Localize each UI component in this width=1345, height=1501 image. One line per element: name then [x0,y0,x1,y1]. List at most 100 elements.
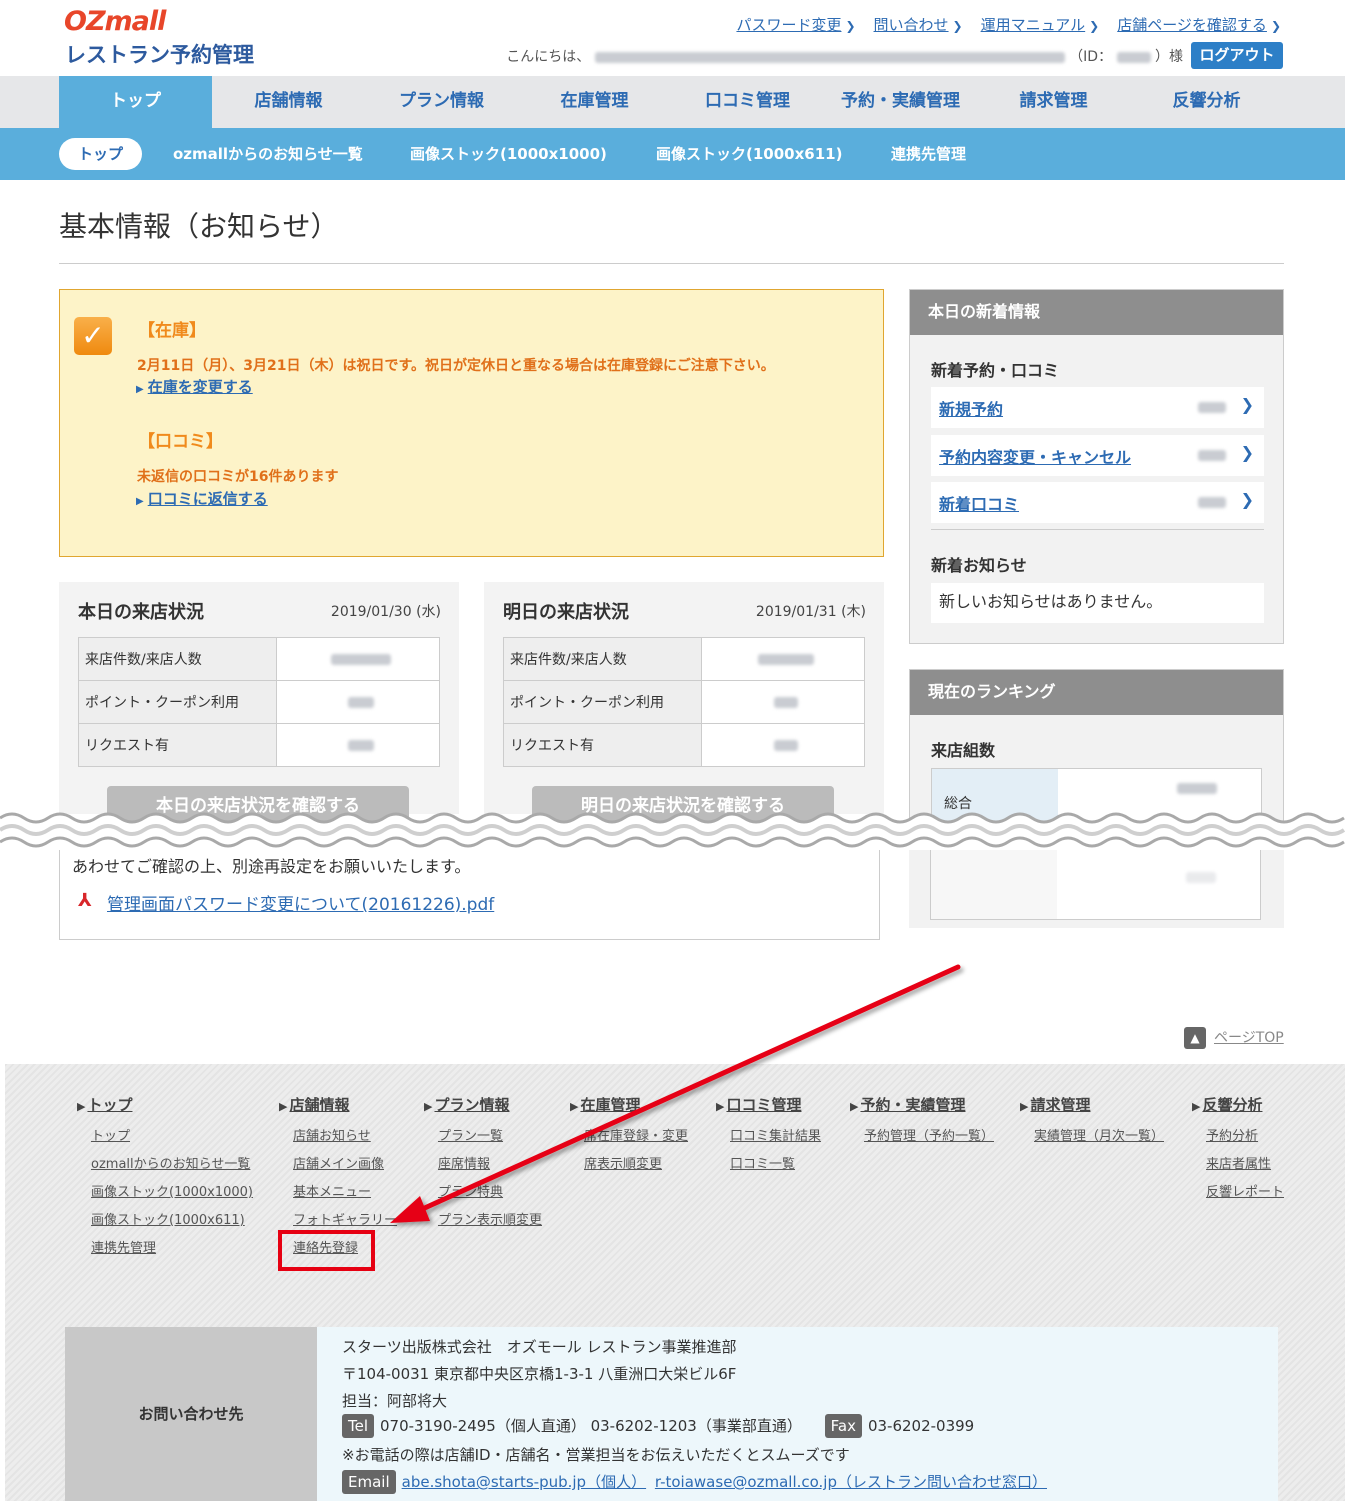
fax-tag: Fax [824,1414,862,1438]
title-divider [59,263,1284,264]
footer-head-analysis[interactable]: 反響分析 [1192,1096,1262,1114]
footer-col-analysis: 反響分析 予約分析 来店者属性 反響レポート [1192,1094,1284,1200]
footer-link[interactable]: 来店者属性 [1206,1153,1284,1172]
inquiry-link[interactable]: 問い合わせ [874,14,963,35]
footer-head-top[interactable]: トップ [77,1096,132,1114]
news-item-reviews[interactable]: 新着口コミ ❯ [931,482,1264,523]
contact-box: お問い合わせ先 スターツ出版株式会社 オズモール レストラン事業推進部 〒104… [65,1327,1278,1501]
page-top-label: ページTOP [1214,1030,1284,1046]
footer-head-plan[interactable]: プラン情報 [424,1096,509,1114]
footer-col-plan: プラン情報 プラン一覧 座席情報 プラン特典 プラン表示順変更 [424,1094,542,1228]
footer-link[interactable]: プラン一覧 [438,1125,542,1144]
footer-link[interactable]: プラン特典 [438,1181,542,1200]
page: OZmall レストラン予約管理 パスワード変更 問い合わせ 運用マニュアル 店… [0,0,1345,1501]
nav-reservations[interactable]: 予約・実績管理 [824,76,977,128]
email-tag: Email [342,1470,396,1494]
email-personal-link[interactable]: abe.shota@starts-pub.jp（個人） [402,1473,646,1491]
change-stock-link[interactable]: 在庫を変更する [136,376,253,397]
check-icon: ✓ [74,317,112,355]
footer-link[interactable]: ozmallからのお知らせ一覧 [91,1153,253,1172]
footer-link[interactable]: 口コミ一覧 [730,1153,821,1172]
app-subtitle: レストラン予約管理 [65,43,254,67]
row-label: リクエスト有 [78,723,277,767]
news-item-new-reservation[interactable]: 新規予約 ❯ [931,387,1264,428]
manual-link[interactable]: 運用マニュアル [981,14,1100,35]
table-row: 来店件数/来店人数 [78,637,440,681]
value-redacted [774,739,798,751]
footer-link[interactable]: 実績管理（月次一覧） [1034,1125,1164,1144]
nav-plan-info[interactable]: プラン情報 [365,76,518,128]
page-title: 基本情報（お知らせ） [59,210,339,243]
footer-link[interactable]: 座席情報 [438,1153,542,1172]
footer-link[interactable]: 反響レポート [1206,1181,1284,1200]
id-redacted [1116,51,1151,63]
id-label: （ID： [1069,49,1113,65]
footer-link[interactable]: プラン表示順変更 [438,1209,542,1228]
footer-link[interactable]: フォトギャラリー [293,1209,397,1228]
ozmall-logo[interactable]: OZmall [64,6,166,37]
reservation-change-link[interactable]: 予約内容変更・キャンセル [939,444,1131,468]
email-inquiry-link[interactable]: r-toiawase@ozmall.co.jp（レストラン問い合わせ窓口） [655,1473,1047,1491]
news-item-changes[interactable]: 予約内容変更・キャンセル ❯ [931,435,1264,476]
count-redacted [1198,497,1226,508]
chevron-right-icon: ❯ [1240,443,1254,462]
reply-review-link[interactable]: 口コミに返信する [136,488,268,509]
stock-notice-text: 2月11日（月）、3月21日（木）は祝日です。祝日が定休日と重なる場合は在庫登録… [137,358,775,374]
tomorrow-status-box: 明日の来店状況 2019/01/31 (木) 来店件数/来店人数 ポイント・クー… [484,582,884,826]
pdf-icon: ⅄ [78,890,92,911]
subnav-ozmall-news[interactable]: ozmallからのお知らせ一覧 [173,128,363,180]
id-suffix: ）様 [1155,49,1183,65]
new-review-link[interactable]: 新着口コミ [939,491,1019,515]
footer-link[interactable]: 予約分析 [1206,1125,1284,1144]
subnav-image-stock-611[interactable]: 画像ストック(1000x611) [656,128,842,180]
password-change-link[interactable]: パスワード変更 [736,14,855,35]
nav-analysis[interactable]: 反響分析 [1130,76,1283,128]
new-reservation-link[interactable]: 新規予約 [939,396,1003,420]
nav-top[interactable]: トップ [59,76,212,128]
footer-link[interactable]: 画像ストック(1000x1000) [91,1181,253,1200]
news-section-reservations: 新着予約・口コミ [931,361,1060,380]
logout-button[interactable]: ログアウト [1191,42,1283,69]
contact-tel-line: Tel 070-3190-2495（個人直通） 03-6202-1203（事業部直… [342,1414,974,1438]
today-date: 2019/01/30 (水) [330,604,441,620]
main-nav: トップ 店舗情報 プラン情報 在庫管理 口コミ管理 予約・実績管理 請求管理 反… [0,76,1345,128]
footer-link[interactable]: 画像ストック(1000x611) [91,1209,253,1228]
subnav-image-stock-1000[interactable]: 画像ストック(1000x1000) [410,128,607,180]
footer-link[interactable]: 予約管理（予約一覧） [864,1125,994,1144]
value-redacted [348,739,374,751]
footer-head-store[interactable]: 店舗情報 [279,1096,349,1114]
store-page-link[interactable]: 店舗ページを確認する [1117,14,1281,35]
no-news-text: 新しいお知らせはありません。 [931,583,1264,623]
subnav-link-management[interactable]: 連携先管理 [891,128,966,180]
today-status-title: 本日の来店状況 [78,602,204,623]
footer-link[interactable]: 店舗お知らせ [293,1125,397,1144]
footer-col-top: トップ トップ ozmallからのお知らせ一覧 画像ストック(1000x1000… [77,1094,253,1256]
nav-reviews[interactable]: 口コミ管理 [671,76,824,128]
footer-head-stock[interactable]: 在庫管理 [570,1096,640,1114]
pdf-link[interactable]: 管理画面パスワード変更について(20161226).pdf [107,890,494,915]
table-row: リクエスト有 [78,723,440,767]
review-notice-text: 未返信の口コミが16件あります [137,469,339,485]
footer-link[interactable]: 基本メニュー [293,1181,397,1200]
page-top-link[interactable]: ▲ ページTOP [1184,1027,1284,1049]
sub-nav: トップ ozmallからのお知らせ一覧 画像ストック(1000x1000) 画像… [0,128,1345,180]
tomorrow-status-title: 明日の来店状況 [503,602,629,623]
footer-link[interactable]: 席表示順変更 [584,1153,688,1172]
nav-stock[interactable]: 在庫管理 [518,76,671,128]
footer-head-billing[interactable]: 請求管理 [1020,1096,1090,1114]
nav-billing[interactable]: 請求管理 [977,76,1130,128]
count-redacted [1198,450,1226,461]
footer-col-reservations: 予約・実績管理 予約管理（予約一覧） [850,1094,994,1144]
nav-store-info[interactable]: 店舗情報 [212,76,365,128]
subnav-top[interactable]: トップ [59,138,142,170]
footer-head-reviews[interactable]: 口コミ管理 [716,1096,801,1114]
count-redacted [1198,402,1226,413]
row-label: 来店件数/来店人数 [503,637,702,681]
footer-link[interactable]: 席在庫登録・変更 [584,1125,688,1144]
rank-redacted [1186,872,1216,883]
footer-link[interactable]: 連携先管理 [91,1237,253,1256]
footer-head-reservations[interactable]: 予約・実績管理 [850,1096,965,1114]
footer-link[interactable]: 口コミ集計結果 [730,1125,821,1144]
footer-link[interactable]: 店舗メイン画像 [293,1153,397,1172]
footer-link[interactable]: トップ [91,1125,253,1144]
